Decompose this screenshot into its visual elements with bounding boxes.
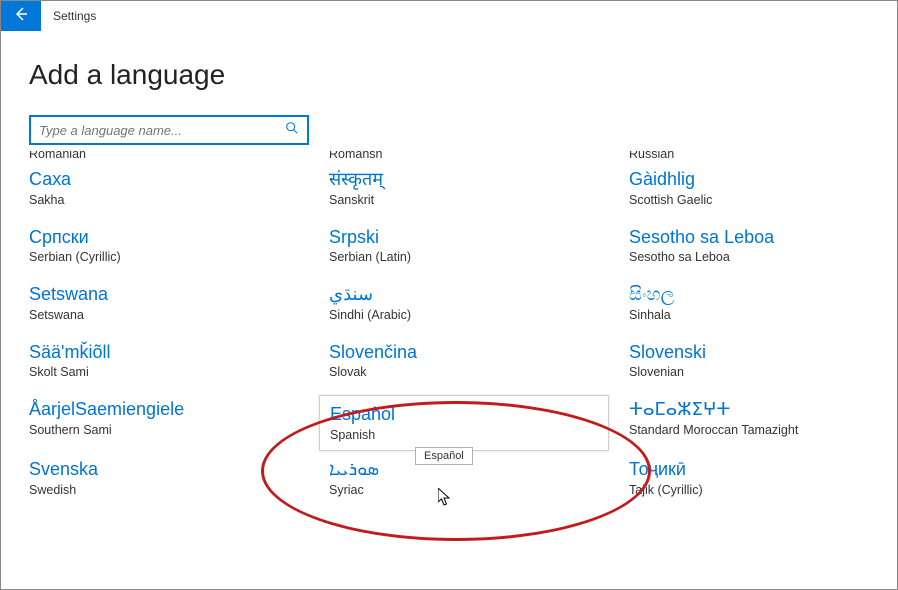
language-english-name: Spanish: [330, 428, 598, 442]
language-item[interactable]: Тоҷикӣ Tajik (Cyrillic): [629, 455, 869, 509]
language-english-name: Romansh: [329, 151, 383, 161]
language-english-name: Romanian: [29, 151, 86, 161]
language-native-name: Setswana: [29, 284, 329, 306]
language-english-name: Serbian (Cyrillic): [29, 250, 329, 264]
language-item[interactable]: Саха Sakha: [29, 165, 329, 219]
language-item[interactable]: Gàidhlig Scottish Gaelic: [629, 165, 869, 219]
language-item[interactable]: СрпскиSerbian (Cyrillic): [29, 223, 329, 277]
language-native-name: Slovenčina: [329, 342, 629, 364]
language-native-name: Sesotho sa Leboa: [629, 227, 869, 249]
language-english-name: Syriac: [329, 483, 629, 497]
list-item[interactable]: Russian: [629, 151, 869, 165]
tooltip: Español: [415, 447, 473, 465]
language-english-name: Swedish: [29, 483, 329, 497]
language-item[interactable]: Svenska Swedish: [29, 455, 329, 509]
back-button[interactable]: [1, 1, 41, 31]
search-icon: [285, 121, 299, 140]
page-title: Add a language: [29, 59, 869, 91]
language-english-name: Tajik (Cyrillic): [629, 483, 869, 497]
cursor-icon: [438, 488, 454, 513]
language-english-name: Standard Moroccan Tamazight: [629, 423, 869, 437]
language-english-name: Skolt Sami: [29, 365, 329, 379]
language-item[interactable]: සිංහල Sinhala: [629, 280, 869, 334]
language-native-name: Sääʹmǩiõll: [29, 342, 329, 364]
list-item[interactable]: Romanian: [29, 151, 329, 165]
language-item[interactable]: संस्कृतम् Sanskrit: [329, 165, 629, 219]
language-english-name: Setswana: [29, 308, 329, 322]
language-item[interactable]: سنڌي Sindhi (Arabic): [329, 280, 629, 334]
search-box[interactable]: [29, 115, 309, 145]
language-native-name: Gàidhlig: [629, 169, 869, 191]
language-native-name: සිංහල: [629, 284, 869, 306]
language-item[interactable]: Setswana Setswana: [29, 280, 329, 334]
language-english-name: Slovenian: [629, 365, 869, 379]
language-english-name: Slovak: [329, 365, 629, 379]
window-title: Settings: [53, 9, 96, 23]
language-english-name: Southern Sami: [29, 423, 329, 437]
language-native-name: Саха: [29, 169, 329, 191]
language-item[interactable]: SlovenskiSlovenian: [629, 338, 869, 392]
language-item[interactable]: Español Spanish: [319, 395, 609, 451]
language-english-name: Serbian (Latin): [329, 250, 629, 264]
language-native-name: سنڌي: [329, 284, 629, 306]
language-english-name: Sakha: [29, 193, 329, 207]
list-item[interactable]: Romansh: [329, 151, 629, 165]
language-item[interactable]: Sesotho sa LeboaSesotho sa Leboa: [629, 223, 869, 277]
language-native-name: ܣܘܪܝܝܐ: [329, 459, 629, 481]
language-item[interactable]: Åarjel​Saemien​giele Southern Sami: [29, 395, 329, 451]
language-item[interactable]: SlovenčinaSlovak: [329, 338, 629, 392]
language-native-name: ⵜⴰⵎⴰⵣⵉⵖⵜ: [629, 399, 869, 421]
language-native-name: Srpski: [329, 227, 629, 249]
back-arrow-icon: [13, 6, 29, 27]
search-input[interactable]: [39, 123, 285, 138]
language-english-name: Sanskrit: [329, 193, 629, 207]
language-english-name: Sesotho sa Leboa: [629, 250, 869, 264]
language-native-name: Тоҷикӣ: [629, 459, 869, 481]
language-english-name: Sinhala: [629, 308, 869, 322]
language-item[interactable]: SrpskiSerbian (Latin): [329, 223, 629, 277]
language-native-name: Српски: [29, 227, 329, 249]
language-english-name: Russian: [629, 151, 674, 161]
language-native-name: Español: [330, 404, 598, 426]
language-native-name: Svenska: [29, 459, 329, 481]
language-english-name: Scottish Gaelic: [629, 193, 869, 207]
language-english-name: Sindhi (Arabic): [329, 308, 629, 322]
language-item[interactable]: SääʹmǩiõllSkolt Sami: [29, 338, 329, 392]
language-item[interactable]: ܣܘܪܝܝܐ Syriac: [329, 455, 629, 509]
language-native-name: Slovenski: [629, 342, 869, 364]
language-item[interactable]: ⵜⴰⵎⴰⵣⵉⵖⵜ Standard Moroccan Tamazight: [629, 395, 869, 451]
language-native-name: संस्कृतम्: [329, 169, 629, 191]
language-native-name: Åarjel​Saemien​giele: [29, 399, 329, 421]
